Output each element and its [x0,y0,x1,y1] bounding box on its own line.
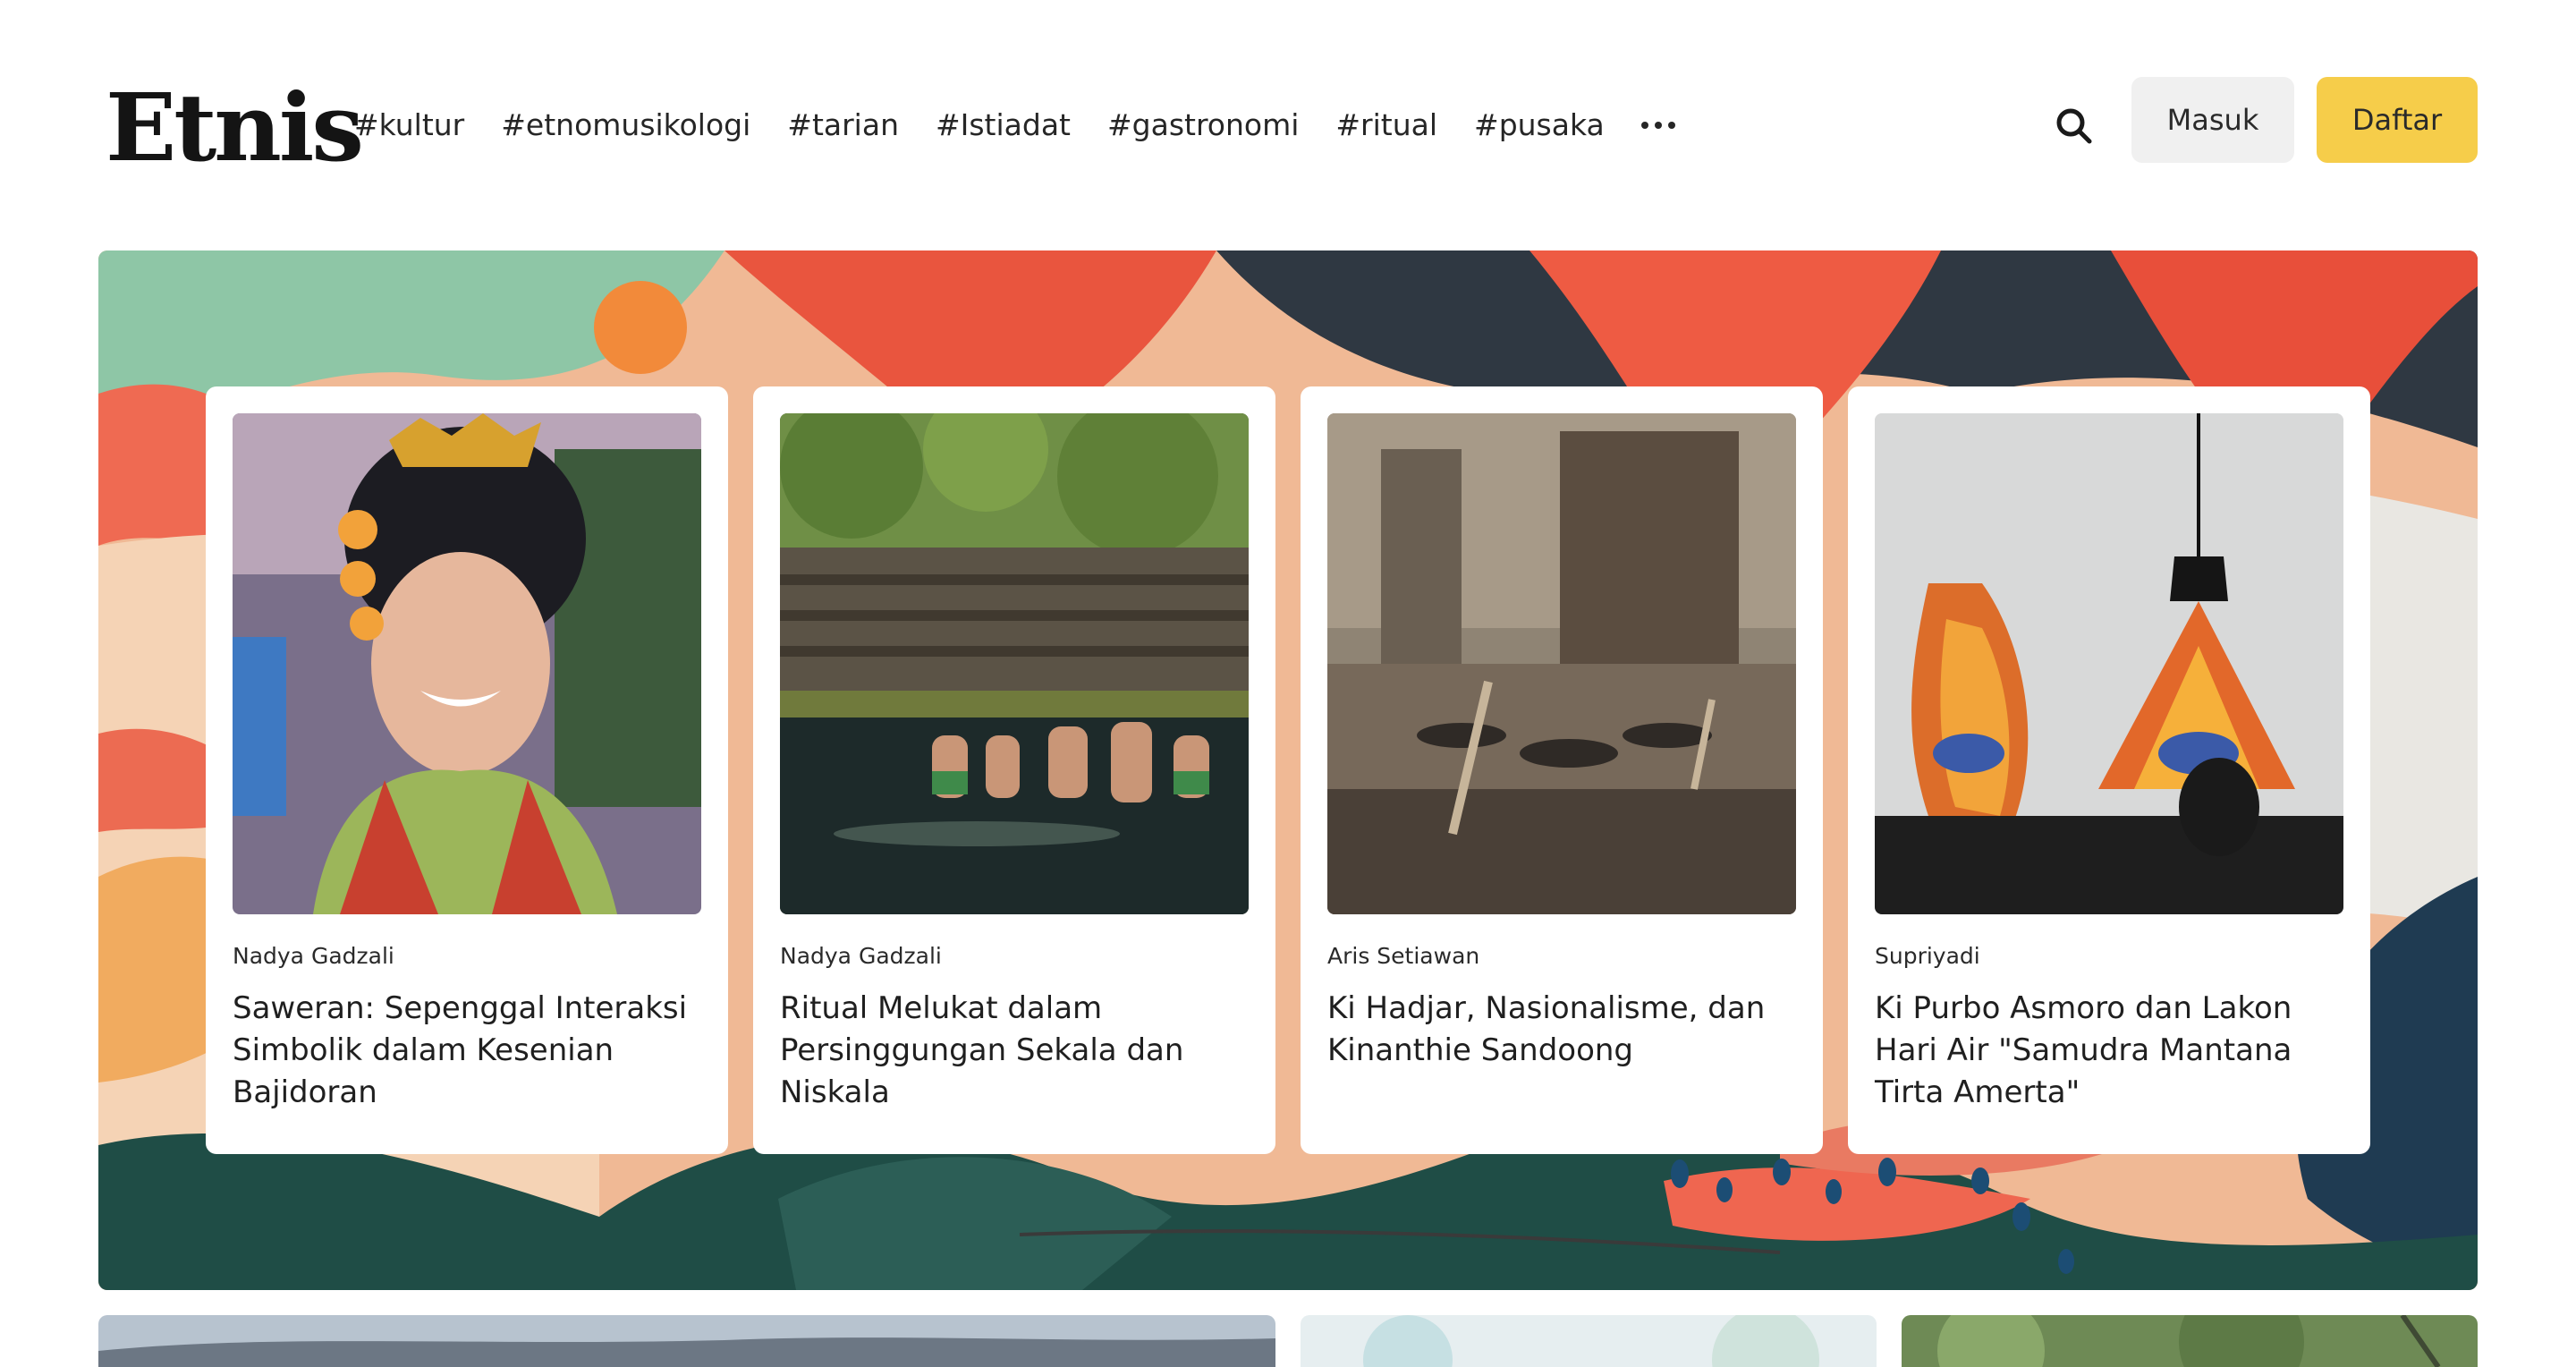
card-title[interactable]: Ki Hadjar, Nasionalisme, dan Kinanthie S… [1327,988,1801,1072]
nav-item-istiadat[interactable]: #Istiadat [936,100,1071,150]
card-image [1327,413,1796,914]
nav-item-etnomusikologi[interactable]: #etnomusikologi [501,100,750,150]
login-button[interactable]: Masuk [2131,77,2294,163]
register-button[interactable]: Daftar [2317,77,2478,163]
thumbnail-image [98,1315,1275,1367]
nav-item-pusaka[interactable]: #pusaka [1474,100,1605,150]
featured-card[interactable]: Nadya Gadzali Ritual Melukat dalam Persi… [753,386,1275,1154]
card-author: Supriyadi [1875,943,1980,969]
card-author: Nadya Gadzali [780,943,942,969]
next-article-thumbnail[interactable] [1301,1315,1877,1367]
nav-item-ritual[interactable]: #ritual [1335,100,1437,150]
more-horizontal-icon[interactable] [1640,100,1682,150]
search-icon[interactable] [2054,106,2095,147]
thumbnail-image [1902,1315,2478,1367]
thumbnail-image [1301,1315,1877,1367]
next-article-thumbnail[interactable] [1902,1315,2478,1367]
card-title[interactable]: Saweran: Sepenggal Interaksi Simbolik da… [233,988,707,1114]
card-image [233,413,701,914]
card-image [1875,413,2343,914]
next-article-thumbnail[interactable] [98,1315,1275,1367]
nav-item-tarian[interactable]: #tarian [787,100,899,150]
featured-card[interactable]: Supriyadi Ki Purbo Asmoro dan Lakon Hari… [1848,386,2370,1154]
site-header: Etnis #kultur #etnomusikologi #tarian #I… [0,0,2576,250]
card-author: Aris Setiawan [1327,943,1480,969]
card-author: Nadya Gadzali [233,943,394,969]
card-title[interactable]: Ki Purbo Asmoro dan Lakon Hari Air "Samu… [1875,988,2349,1114]
featured-card[interactable]: Nadya Gadzali Saweran: Sepenggal Interak… [206,386,728,1154]
featured-card[interactable]: Aris Setiawan Ki Hadjar, Nasionalisme, d… [1301,386,1823,1154]
card-image [780,413,1249,914]
nav-item-gastronomi[interactable]: #gastronomi [1107,100,1299,150]
featured-hero: Nadya Gadzali Saweran: Sepenggal Interak… [98,250,2478,1290]
category-nav: #kultur #etnomusikologi #tarian #Istiada… [354,100,1682,150]
card-title[interactable]: Ritual Melukat dalam Persinggungan Sekal… [780,988,1254,1114]
nav-item-kultur[interactable]: #kultur [354,100,464,150]
site-logo[interactable]: Etnis [106,70,364,186]
